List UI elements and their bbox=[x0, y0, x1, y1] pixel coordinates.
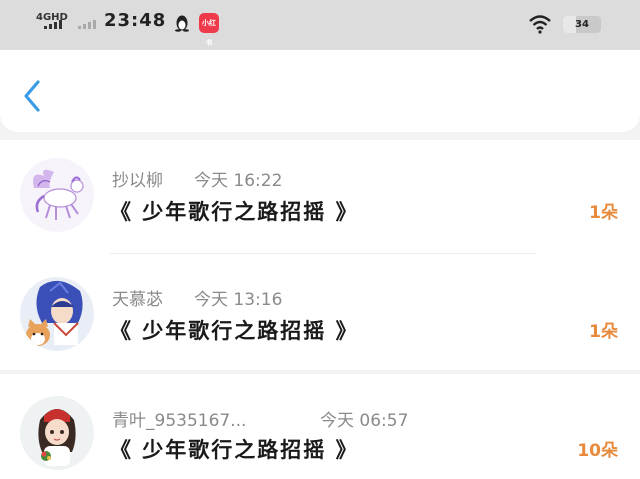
top-nav-bar bbox=[0, 50, 640, 132]
item-title: 《 少年歌行之路招摇 》 bbox=[110, 318, 359, 343]
username: 天慕苾 bbox=[112, 290, 163, 310]
xiaohongshu-app-icon: 小红书 bbox=[199, 13, 219, 47]
anime-character-avatar[interactable] bbox=[20, 277, 94, 351]
item-title: 《 少年歌行之路招摇 》 bbox=[110, 437, 359, 462]
flower-count: 10朵 bbox=[577, 441, 618, 461]
signal-strength-icon bbox=[44, 20, 62, 29]
username: 抄以柳 bbox=[112, 171, 163, 191]
timestamp: 今天 13:16 bbox=[194, 290, 283, 310]
status-time: 23:48 bbox=[104, 10, 167, 31]
flower-count: 1朵 bbox=[589, 322, 618, 342]
list-item[interactable]: 青叶_9535167... 今天 06:57 《 少年歌行之路招摇 》 10朵 bbox=[0, 374, 640, 479]
qq-penguin-icon bbox=[175, 15, 189, 32]
signal-strength-secondary-icon bbox=[78, 20, 96, 29]
timestamp: 今天 06:57 bbox=[320, 411, 409, 431]
item-meta: 抄以柳 今天 16:22 bbox=[112, 166, 282, 191]
battery-level-text: 34 bbox=[575, 19, 589, 30]
list-item[interactable]: 抄以柳 今天 16:22 《 少年歌行之路招摇 》 1朵 bbox=[0, 140, 640, 255]
divider bbox=[0, 372, 640, 373]
flower-count: 1朵 bbox=[589, 203, 618, 223]
pegasus-avatar[interactable] bbox=[20, 158, 94, 232]
item-meta: 天慕苾 今天 13:16 bbox=[112, 285, 282, 310]
timestamp: 今天 16:22 bbox=[194, 171, 283, 191]
wifi-icon bbox=[529, 15, 551, 34]
girl-character-avatar[interactable] bbox=[20, 396, 94, 470]
battery-indicator: 34 bbox=[563, 16, 601, 33]
back-chevron-icon[interactable] bbox=[18, 78, 48, 114]
username: 青叶_9535167... bbox=[112, 411, 247, 431]
divider bbox=[110, 253, 536, 254]
item-meta: 青叶_9535167... 今天 06:57 bbox=[112, 406, 408, 431]
list-item[interactable]: 天慕苾 今天 13:16 《 少年歌行之路招摇 》 1朵 bbox=[0, 255, 640, 370]
status-bar: 4GHD 23:48 小红书 34 bbox=[0, 0, 640, 50]
item-title: 《 少年歌行之路招摇 》 bbox=[110, 199, 359, 224]
